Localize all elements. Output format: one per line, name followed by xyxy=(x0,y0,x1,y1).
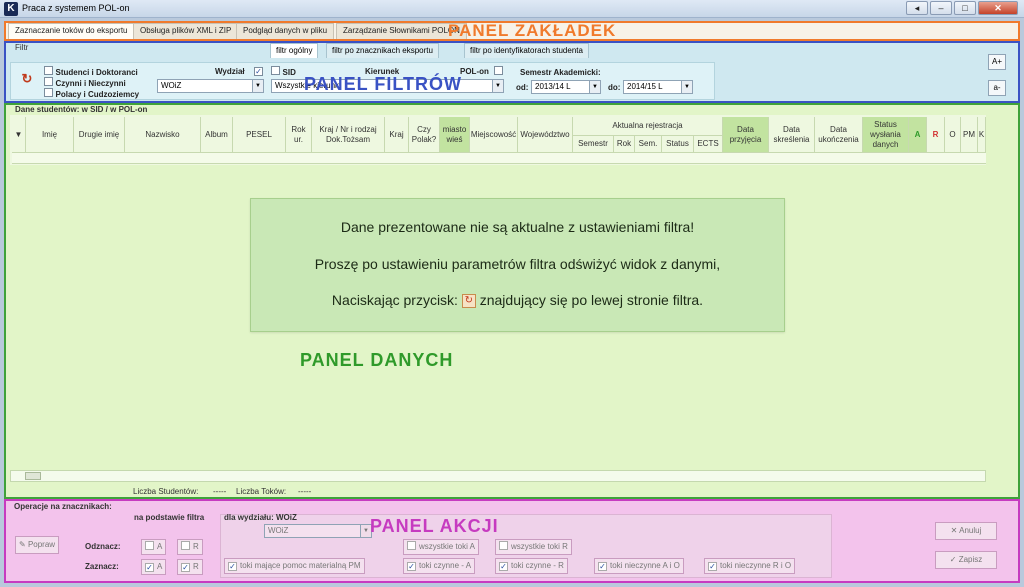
app-logo-icon: K xyxy=(4,2,18,16)
wydzial-checkbox[interactable] xyxy=(254,66,263,76)
tab-xml-zip[interactable]: Obsługa plików XML i ZIP xyxy=(133,23,239,39)
sid-checkbox[interactable]: SID xyxy=(271,66,296,77)
group-header: Aktualna rejestracja xyxy=(573,117,723,136)
minimize-button[interactable]: – xyxy=(930,1,952,15)
do-label: do: xyxy=(608,83,621,92)
column-header[interactable]: PM xyxy=(961,117,978,153)
stale-data-notice: Dane prezentowane nie są aktualne z usta… xyxy=(250,198,785,332)
column-header[interactable]: Data skreślenia xyxy=(769,117,815,153)
token-count-value: ----- xyxy=(298,487,312,496)
panel-filters-label: PANEL FILTRÓW xyxy=(304,74,462,94)
font-decrease-button[interactable]: a- xyxy=(988,80,1006,96)
subtab-student-ids[interactable]: filtr po identyfikatorach studenta xyxy=(464,43,589,58)
close-button[interactable]: ✕ xyxy=(978,1,1018,15)
row-selector-dropdown[interactable]: ▼ xyxy=(12,117,26,153)
odznacz-label: Odznacz: xyxy=(85,542,121,551)
back-icon[interactable]: ◂ xyxy=(906,1,928,15)
semester-to-select[interactable]: 2014/15 L ▼ xyxy=(623,80,693,94)
column-header[interactable]: Semestr xyxy=(573,136,614,153)
column-header[interactable]: ECTS xyxy=(694,136,723,153)
column-header[interactable]: PESEL xyxy=(233,117,286,153)
column-header[interactable]: Województwo xyxy=(518,117,573,153)
horizontal-scrollbar[interactable] xyxy=(10,470,986,482)
column-header[interactable]: Data ukończenia xyxy=(815,117,863,153)
checkbox-active[interactable]: Czynni i Nieczynni xyxy=(44,77,126,88)
checkbox-nationality[interactable]: Polacy i Cudzoziemcy xyxy=(44,88,139,99)
popraw-button[interactable]: ✎ Popraw xyxy=(15,536,60,554)
column-header[interactable]: Czy Polak? xyxy=(409,117,440,153)
subtab-export-markers[interactable]: filtr po znacznikach eksportu xyxy=(326,43,439,58)
column-header[interactable]: A xyxy=(909,117,927,153)
column-header[interactable]: Sem. xyxy=(635,136,662,153)
checkbox-students[interactable]: Studenci i Doktoranci xyxy=(44,66,138,77)
uncheck-all-r-button[interactable]: wszystkie toki R xyxy=(495,539,572,555)
actions-title: Operacje na znacznikach: xyxy=(14,502,112,511)
basis-label: na podstawie filtra xyxy=(134,513,205,522)
check-inactive-ro-button[interactable]: toki nieczynne R i O xyxy=(704,558,796,574)
notice-line: Naciskając przycisk: ↻ znajdujący się po… xyxy=(331,292,704,309)
check-pm-button[interactable]: toki mające pomoc materialną PM xyxy=(224,558,365,574)
panel-data-label: PANEL DANYCH xyxy=(300,350,454,370)
column-header[interactable]: Nazwisko xyxy=(125,117,201,153)
column-header[interactable]: Imię xyxy=(26,117,74,153)
column-header[interactable]: O xyxy=(945,117,961,153)
column-header[interactable]: miasto wieś xyxy=(440,117,470,153)
data-panel-title: Dane studentów: w SID / w POL-on xyxy=(15,105,148,114)
panel-tabs-label: PANEL ZAKŁADEK xyxy=(448,21,617,40)
panel-actions-label: PANEL AKCJI xyxy=(370,516,499,536)
column-header[interactable]: Miejscowość xyxy=(470,117,518,153)
maximize-button[interactable]: □ xyxy=(954,1,976,15)
save-button[interactable]: ✓ Zapisz xyxy=(935,551,997,569)
check-active-a-button[interactable]: toki czynne - A xyxy=(403,558,476,574)
faculty-select[interactable]: WOiZ ▼ xyxy=(264,524,372,538)
check-inactive-ao-button[interactable]: toki nieczynne A i O xyxy=(594,558,684,574)
column-header[interactable]: Status wysłania danych xyxy=(863,117,909,153)
polon-checkbox[interactable] xyxy=(494,66,503,77)
column-header[interactable]: Kraj xyxy=(385,117,409,153)
uncheck-r-button[interactable]: R xyxy=(177,539,203,555)
column-header[interactable]: Kraj / Nr i rodzaj Dok.Tożsam xyxy=(312,117,385,153)
window-title: Praca z systemem POL-on xyxy=(22,3,130,13)
notice-line: Proszę po ustawieniu parametrów filtra o… xyxy=(314,256,721,272)
tab-export-marking[interactable]: Zaznaczanie toków do eksportu xyxy=(8,23,135,39)
zaznacz-label: Zaznacz: xyxy=(85,562,119,571)
table-row[interactable] xyxy=(12,153,986,164)
column-header[interactable]: Data przyjęcia xyxy=(723,117,769,153)
wydzial-select[interactable]: WOiZ ▼ xyxy=(157,79,264,93)
wydzial-label: Wydział xyxy=(215,67,245,76)
refresh-icon: ↻ xyxy=(461,294,476,309)
notice-line: Dane prezentowane nie są aktualne z usta… xyxy=(340,219,695,235)
semester-from-select[interactable]: 2013/14 L ▼ xyxy=(531,80,601,94)
tab-file-preview[interactable]: Podgląd danych w pliku xyxy=(236,23,335,39)
student-count-value: ----- xyxy=(213,487,227,496)
faculty-label: dla wydziału: WOiZ xyxy=(224,513,297,522)
column-header[interactable]: Rok ur. xyxy=(286,117,312,153)
cancel-button[interactable]: ✕ Anuluj xyxy=(935,522,997,540)
column-header[interactable]: Status xyxy=(662,136,694,153)
od-label: od: xyxy=(516,83,529,92)
check-a-button[interactable]: A xyxy=(141,559,167,575)
column-header[interactable]: Rok xyxy=(614,136,635,153)
column-header[interactable]: R xyxy=(927,117,945,153)
uncheck-a-button[interactable]: A xyxy=(141,539,167,555)
column-header[interactable]: K xyxy=(978,117,986,153)
uncheck-all-a-button[interactable]: wszystkie toki A xyxy=(403,539,480,555)
student-count-label: Liczba Studentów: xyxy=(133,487,199,496)
refresh-icon[interactable]: ↻ xyxy=(20,72,34,86)
title-bar xyxy=(0,0,1024,18)
column-header[interactable]: Drugie imię xyxy=(74,117,125,153)
filter-label: Filtr xyxy=(15,43,29,52)
check-active-r-button[interactable]: toki czynne - R xyxy=(495,558,568,574)
token-count-label: Liczba Toków: xyxy=(236,487,287,496)
polon-label: POL-on xyxy=(460,67,489,76)
subtab-general[interactable]: filtr ogólny xyxy=(270,43,319,58)
semester-label: Semestr Akademicki: xyxy=(520,68,601,77)
column-header[interactable]: Album xyxy=(201,117,233,153)
font-increase-button[interactable]: A+ xyxy=(988,54,1006,70)
check-r-button[interactable]: R xyxy=(177,559,203,575)
